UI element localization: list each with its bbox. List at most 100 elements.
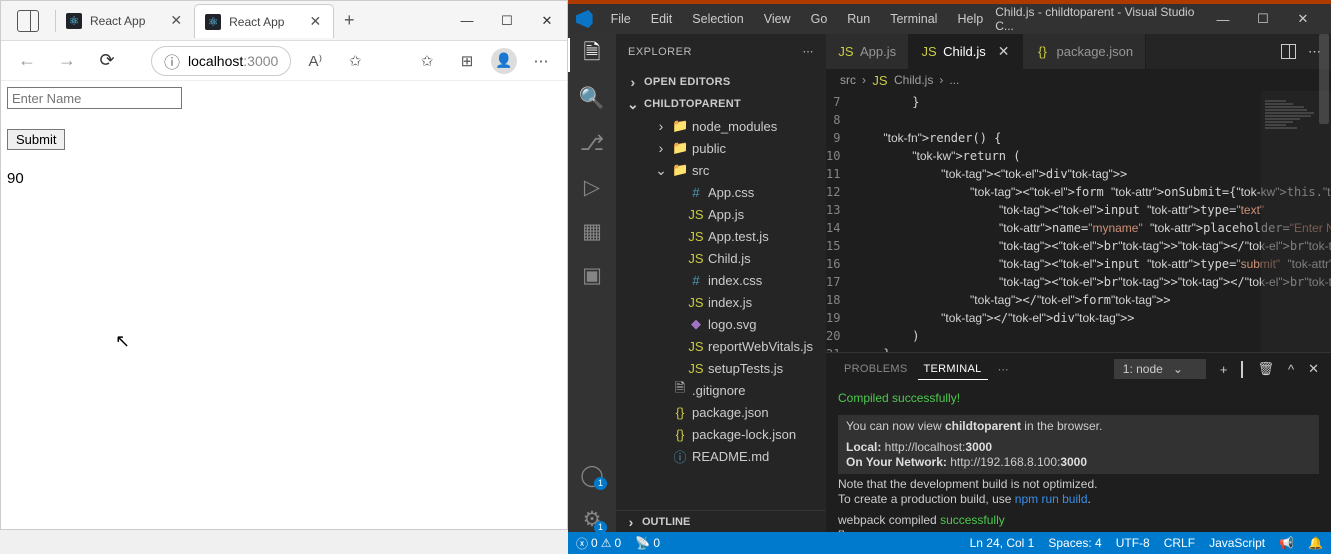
favorites-bar-icon[interactable]: ✩: [411, 52, 443, 70]
read-aloud-icon[interactable]: A⁾: [299, 52, 331, 70]
status-spaces[interactable]: Spaces: 4: [1048, 536, 1101, 550]
menu-edit[interactable]: Edit: [643, 8, 681, 30]
tree-item-index-js[interactable]: JSindex.js: [616, 291, 826, 313]
status-eol[interactable]: CRLF: [1164, 536, 1195, 550]
page-content: 90: [1, 81, 567, 193]
editor-tab-package-json[interactable]: {}package.json: [1023, 34, 1147, 69]
tree-item-README-md[interactable]: ⓘREADME.md: [616, 445, 826, 467]
new-terminal-icon[interactable]: +: [1220, 362, 1228, 377]
terminal-output[interactable]: Compiled successfully! You can now view …: [826, 385, 1331, 532]
tree-item-App-js[interactable]: JSApp.js: [616, 203, 826, 225]
open-editors-section[interactable]: ›OPEN EDITORS: [616, 71, 826, 93]
refresh-button[interactable]: ⟳: [91, 45, 123, 77]
editor-tab-App-js[interactable]: JSApp.js: [826, 34, 909, 69]
minimize-button[interactable]: —: [447, 6, 487, 36]
window-title: Child.js - childtoparent - Visual Studio…: [995, 5, 1199, 33]
tab-actions-icon[interactable]: [17, 10, 39, 32]
terminal-select[interactable]: 1: node ⌄: [1114, 359, 1206, 379]
tree-item-index-css[interactable]: #index.css: [616, 269, 826, 291]
tree-item-Child-js[interactable]: JSChild.js: [616, 247, 826, 269]
sidebar-title: EXPLORER: [628, 46, 692, 58]
more-icon[interactable]: ⋯: [803, 45, 815, 58]
profile-avatar[interactable]: 👤: [491, 48, 517, 74]
split-terminal-icon[interactable]: [1241, 362, 1243, 377]
tree-item-public[interactable]: ›📁public: [616, 137, 826, 159]
outline-section[interactable]: ›OUTLINE: [616, 510, 826, 532]
run-debug-icon[interactable]: ▷: [579, 174, 605, 200]
maximize-button[interactable]: ☐: [1243, 5, 1283, 33]
status-errors[interactable]: ⓧ 0 ⚠ 0: [576, 535, 621, 552]
back-button[interactable]: ←: [11, 45, 43, 77]
browser-window: React App ✕ React App ✕ + — ☐ ✕ ← → ⟳ ⓘ …: [0, 0, 568, 530]
split-editor-icon[interactable]: [1281, 44, 1296, 59]
tree-item-setupTests-js[interactable]: JSsetupTests.js: [616, 357, 826, 379]
feedback-icon[interactable]: 📢: [1279, 536, 1294, 550]
accounts-icon[interactable]: ◯1: [579, 462, 605, 488]
mouse-cursor-icon: ↖: [115, 331, 130, 352]
terminal-tab[interactable]: TERMINAL: [918, 359, 988, 380]
forward-button[interactable]: →: [51, 45, 83, 77]
collections-icon[interactable]: ⊞: [451, 52, 483, 70]
menu-go[interactable]: Go: [803, 8, 836, 30]
menu-selection[interactable]: Selection: [684, 8, 751, 30]
close-tab-icon[interactable]: ✕: [307, 13, 323, 30]
source-control-icon[interactable]: ⎇: [579, 130, 605, 156]
new-tab-button[interactable]: +: [334, 10, 364, 31]
tree-item-src[interactable]: ⌄📁src: [616, 159, 826, 181]
tree-item--gitignore[interactable]: 🗎.gitignore: [616, 379, 826, 401]
status-port[interactable]: 📡 0: [635, 536, 660, 550]
menu-help[interactable]: Help: [949, 8, 991, 30]
tree-item-package-lock-json[interactable]: {}package-lock.json: [616, 423, 826, 445]
site-info-icon[interactable]: ⓘ: [164, 49, 180, 73]
trash-icon[interactable]: 🗑: [1257, 361, 1274, 377]
tree-item-reportWebVitals-js[interactable]: JSreportWebVitals.js: [616, 335, 826, 357]
tree-item-package-json[interactable]: {}package.json: [616, 401, 826, 423]
name-input[interactable]: [7, 87, 182, 109]
explorer-icon[interactable]: 🗎: [579, 42, 605, 68]
activity-bar: 🗎 🔍 ⎇ ▷ ▦ ▣ ◯1 ⚙1: [568, 34, 616, 532]
explorer-sidebar: EXPLORER ⋯ ›OPEN EDITORS ⌄CHILDTOPARENT …: [616, 34, 826, 532]
problems-tab[interactable]: PROBLEMS: [838, 359, 914, 379]
submit-button[interactable]: [7, 129, 65, 150]
browser-tab-0[interactable]: React App ✕: [56, 4, 194, 38]
address-bar[interactable]: ⓘ localhost:3000: [151, 46, 291, 76]
menu-terminal[interactable]: Terminal: [882, 8, 945, 30]
minimap[interactable]: [1261, 91, 1331, 352]
more-icon[interactable]: ⋯: [992, 359, 1015, 380]
code-editor[interactable]: 7 8 9 10 11 12 13 14 15 16 17 18 19 20 2…: [826, 91, 1331, 352]
chevron-up-icon[interactable]: ^: [1288, 362, 1294, 377]
settings-gear-icon[interactable]: ⚙1: [579, 506, 605, 532]
tree-item-logo-svg[interactable]: ◆logo.svg: [616, 313, 826, 335]
close-tab-icon[interactable]: ✕: [168, 12, 184, 29]
close-panel-icon[interactable]: ✕: [1308, 361, 1319, 377]
tree-item-App-test-js[interactable]: JSApp.test.js: [616, 225, 826, 247]
extensions-icon[interactable]: ▦: [579, 218, 605, 244]
breadcrumbs[interactable]: src› JSChild.js› ...: [826, 69, 1331, 91]
status-cursor[interactable]: Ln 24, Col 1: [970, 536, 1035, 550]
menu-run[interactable]: Run: [839, 8, 878, 30]
close-tab-icon[interactable]: ✕: [998, 43, 1010, 60]
editor-tab-Child-js[interactable]: JSChild.js✕: [909, 34, 1022, 69]
favorite-icon[interactable]: ✩: [339, 52, 371, 70]
menu-view[interactable]: View: [756, 8, 799, 30]
more-icon[interactable]: ⋯: [525, 52, 557, 70]
close-button[interactable]: ✕: [527, 6, 567, 36]
react-icon: [205, 14, 221, 30]
file-tree: ›OPEN EDITORS ⌄CHILDTOPARENT ›📁node_modu…: [616, 69, 826, 510]
bottom-panel: PROBLEMS TERMINAL ⋯ 1: node ⌄ + 🗑 ^ ✕ Co…: [826, 352, 1331, 532]
menu-file[interactable]: File: [603, 8, 639, 30]
status-encoding[interactable]: UTF-8: [1116, 536, 1150, 550]
remote-icon[interactable]: ▣: [579, 262, 605, 288]
browser-tab-strip: React App ✕ React App ✕ + — ☐ ✕: [1, 1, 567, 41]
tree-item-App-css[interactable]: #App.css: [616, 181, 826, 203]
browser-tab-1[interactable]: React App ✕: [194, 4, 334, 38]
close-button[interactable]: ✕: [1283, 5, 1323, 33]
minimize-button[interactable]: —: [1203, 5, 1243, 33]
status-lang[interactable]: JavaScript: [1209, 536, 1265, 550]
project-section[interactable]: ⌄CHILDTOPARENT: [616, 93, 826, 115]
search-icon[interactable]: 🔍: [579, 86, 605, 112]
maximize-button[interactable]: ☐: [487, 6, 527, 36]
url-text: localhost:3000: [188, 53, 278, 69]
notifications-icon[interactable]: 🔔: [1308, 536, 1323, 550]
tree-item-node_modules[interactable]: ›📁node_modules: [616, 115, 826, 137]
